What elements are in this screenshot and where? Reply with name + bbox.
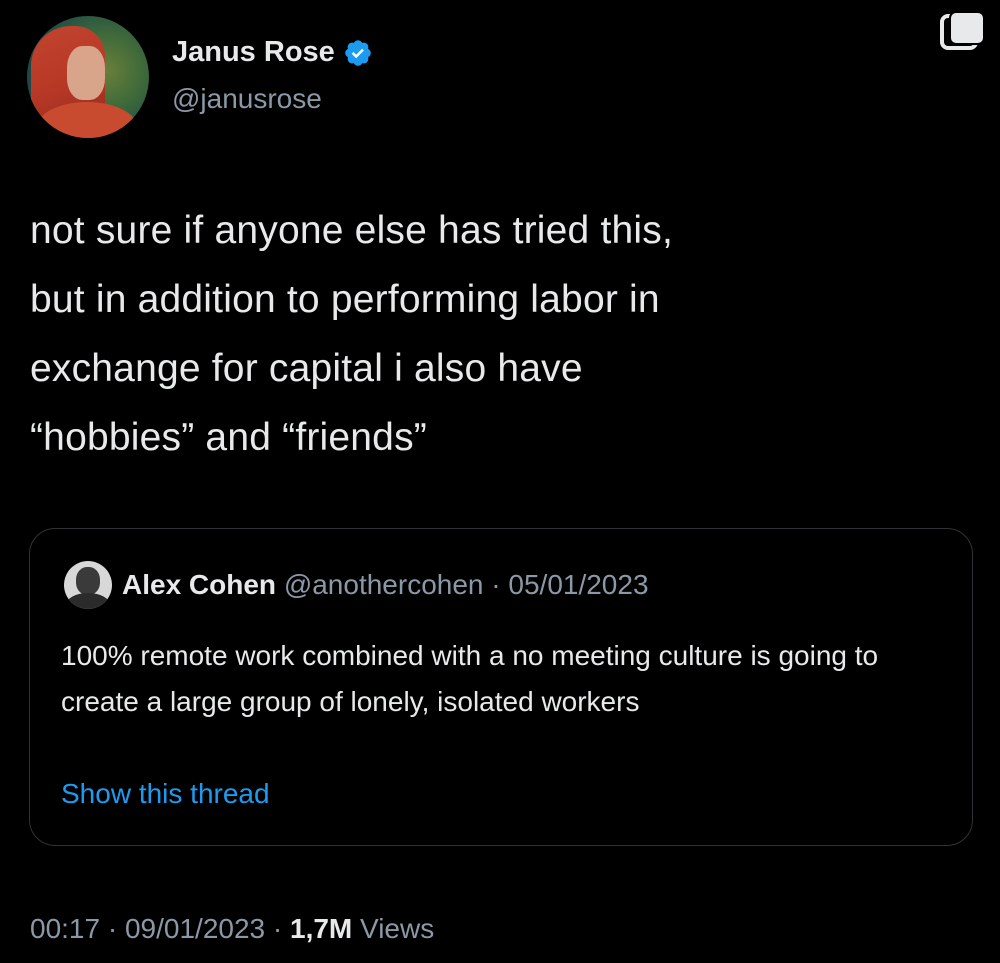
avatar-face: [67, 46, 105, 100]
author-avatar[interactable]: [27, 16, 149, 138]
tweet-date[interactable]: 09/01/2023: [125, 913, 265, 944]
tweet: Janus Rose @janusrose not sure if anyone…: [0, 0, 1000, 963]
quoted-avatar-body: [66, 593, 110, 609]
quoted-author-handle[interactable]: @anothercohen: [284, 569, 484, 600]
quoted-handle-text: @anothercohen: [283, 569, 484, 600]
author-name[interactable]: Janus Rose: [172, 36, 335, 69]
footer-separator: ·: [100, 913, 125, 944]
copy-icon[interactable]: [938, 10, 988, 56]
show-thread-link[interactable]: Show this thread: [61, 778, 270, 810]
quoted-tweet-header: Alex Cohen @anothercohen · 05/01/2023: [122, 569, 649, 601]
author-name-row[interactable]: Janus Rose: [172, 36, 373, 69]
quoted-avatar-head: [76, 567, 100, 595]
quoted-tweet-text: 100% remote work combined with a no meet…: [61, 640, 879, 717]
quoted-tweet[interactable]: Alex Cohen @anothercohen · 05/01/2023 10…: [29, 528, 973, 846]
quoted-separator: ·: [483, 569, 509, 600]
tweet-time[interactable]: 00:17: [30, 913, 100, 944]
tweet-footer: 00:17 · 09/01/2023 · 1,7M Views: [30, 913, 434, 945]
footer-separator: ·: [265, 913, 290, 944]
tweet-text: not sure if anyone else has tried this, …: [30, 209, 673, 459]
views-label: Views: [352, 913, 435, 944]
views-count[interactable]: 1,7M: [290, 913, 352, 944]
quoted-author-name[interactable]: Alex Cohen: [122, 569, 276, 600]
author-handle[interactable]: @janusrose: [172, 83, 322, 115]
quoted-author-avatar[interactable]: [64, 561, 112, 609]
verified-badge-icon: [344, 39, 371, 66]
quoted-date[interactable]: 05/01/2023: [508, 569, 648, 600]
